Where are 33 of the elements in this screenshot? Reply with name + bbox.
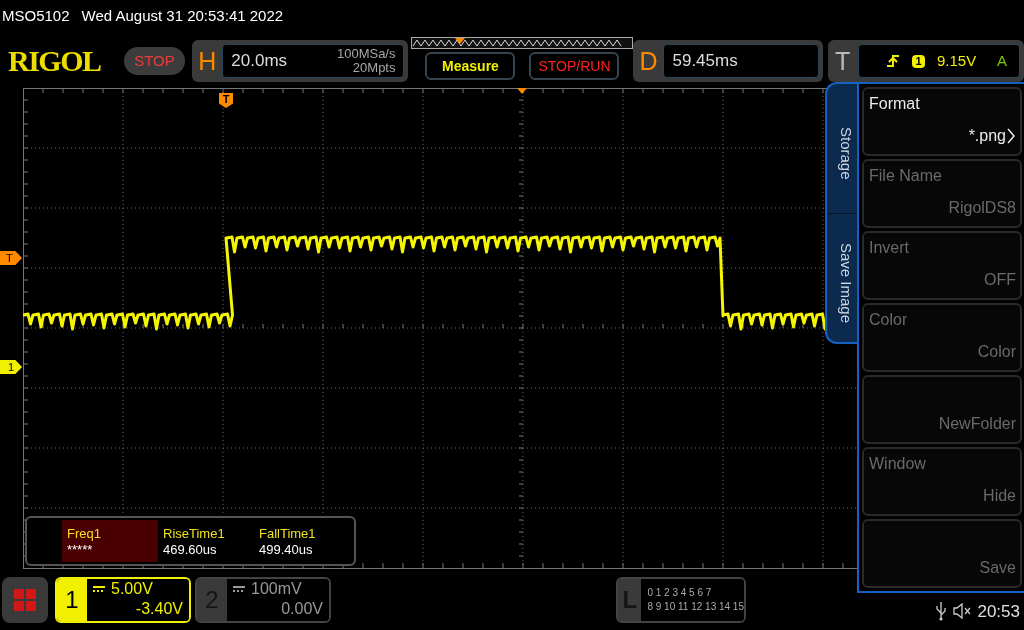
delay-panel[interactable]: D 59.45ms	[633, 40, 823, 82]
trigger-source-badge: 1	[912, 54, 925, 68]
dc-coupling-icon	[93, 586, 105, 592]
logic-channel-numbers: 8 9 10 11 12 13 14 15	[647, 601, 744, 613]
channel-offset-marker[interactable]: 1	[0, 360, 22, 374]
run-state-indicator: STOP	[123, 47, 186, 75]
delay-value: 59.45ms	[672, 50, 738, 73]
rising-edge-icon	[886, 54, 900, 68]
trigger-panel[interactable]: T 1 9.15V A	[827, 40, 1024, 82]
timebase-value: 20.0ms	[231, 50, 289, 73]
menu-tab[interactable]: Save Image	[827, 213, 857, 342]
dc-coupling-icon	[233, 586, 245, 592]
grid-squares-icon	[14, 589, 36, 611]
center-triangle-icon	[517, 88, 527, 94]
model-name: MSO5102	[2, 5, 70, 26]
memory-depth: 20Mpts	[352, 61, 396, 75]
menu-item[interactable]: Format *.png	[862, 87, 1022, 156]
channel-button[interactable]: 1 5.00V -3.40V	[55, 577, 191, 623]
date-time: Wed August 31 20:53:41 2022	[81, 5, 284, 26]
usb-icon	[935, 601, 948, 622]
logic-channel-numbers: 0 1 2 3 4 5 6 7	[647, 587, 713, 599]
trigger-level-marker[interactable]: T	[0, 251, 22, 265]
trigger-level-value: 9.15V	[937, 50, 978, 71]
sample-rate: 100MSa/s	[336, 47, 396, 61]
trigger-position-marker[interactable]: T	[219, 93, 233, 108]
clock-time: 20:53	[977, 600, 1020, 623]
horizontal-panel[interactable]: H 20.0ms 100MSa/s 20Mpts	[192, 40, 409, 82]
home-button[interactable]	[2, 577, 48, 623]
brand-logo: RIGOL	[8, 46, 102, 76]
stop-run-button[interactable]: STOP/RUN	[529, 52, 620, 80]
measurement-item[interactable]: Freq1 *****	[62, 520, 158, 562]
trigger-mode: A	[997, 50, 1007, 71]
measure-button[interactable]: Measure	[425, 52, 516, 80]
